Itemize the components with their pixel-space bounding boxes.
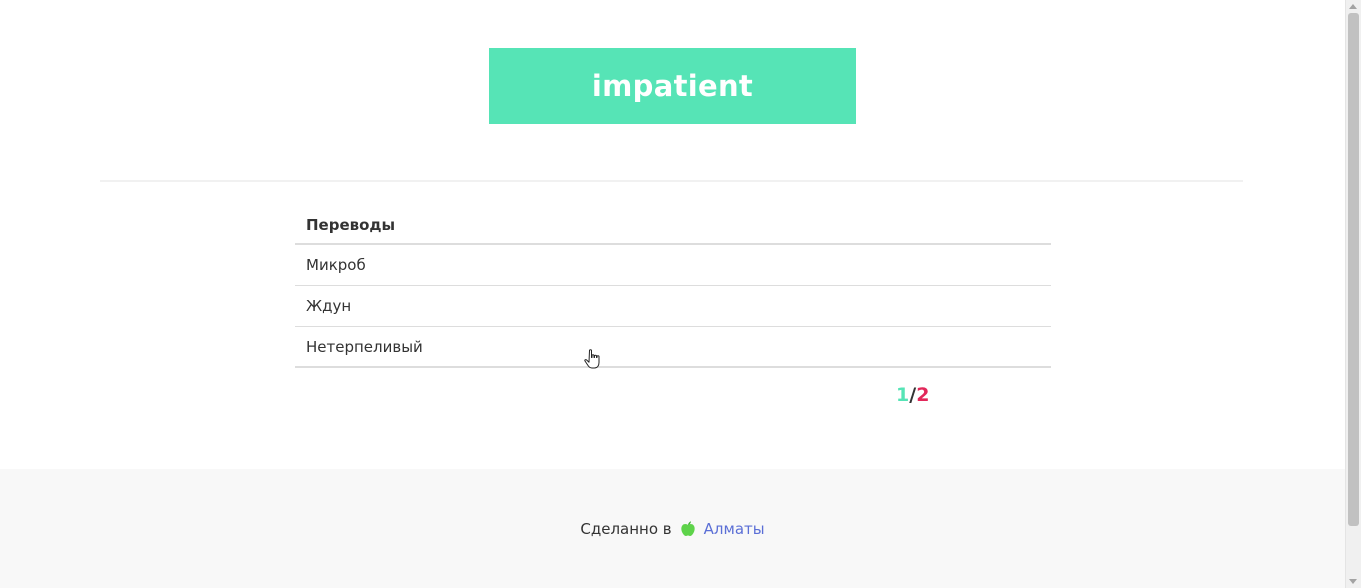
vertical-scrollbar[interactable] bbox=[1345, 0, 1361, 588]
page: impatient Переводы Микроб Ждун Нетерпели… bbox=[0, 0, 1345, 588]
scroll-up-arrow-icon[interactable] bbox=[1349, 4, 1357, 9]
page-counter-total: 2 bbox=[916, 384, 930, 406]
page-counter-current: 1 bbox=[896, 384, 910, 406]
city-link[interactable]: Алматы bbox=[704, 520, 765, 538]
word-title: impatient bbox=[591, 69, 754, 103]
scrollbar-thumb[interactable] bbox=[1348, 13, 1359, 526]
section-divider bbox=[100, 180, 1243, 182]
translation-row: Микроб bbox=[295, 245, 1051, 286]
footer-text: Сделанно в bbox=[580, 520, 672, 538]
apple-icon bbox=[680, 521, 695, 537]
translation-row: Нетерпеливый bbox=[295, 327, 1051, 368]
translations-table: Переводы Микроб Ждун Нетерпеливый bbox=[295, 206, 1051, 368]
translation-row: Ждун bbox=[295, 286, 1051, 327]
footer-credits: Сделанно в Алматы bbox=[0, 520, 1345, 538]
translations-header: Переводы bbox=[295, 206, 1051, 245]
page-counter: 1/2 bbox=[896, 384, 929, 406]
footer: Сделанно в Алматы bbox=[0, 469, 1345, 588]
word-card[interactable]: impatient bbox=[489, 48, 856, 124]
hand-pointer-icon bbox=[584, 349, 600, 369]
scroll-down-arrow-icon[interactable] bbox=[1349, 579, 1357, 584]
